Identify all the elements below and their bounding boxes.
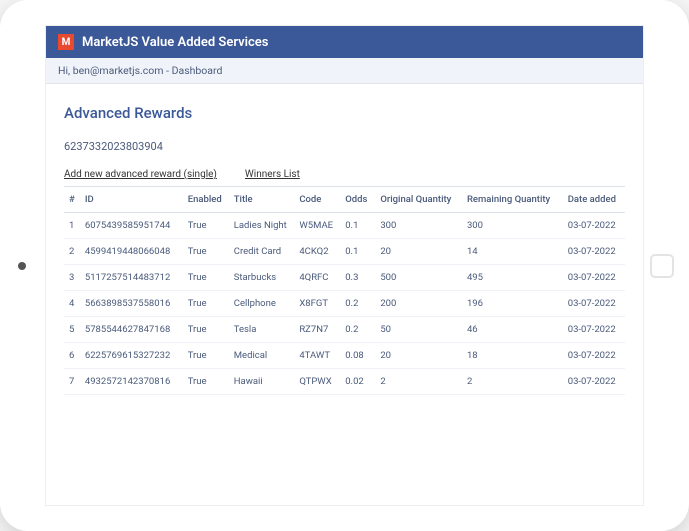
cell-title: Cellphone [229, 291, 295, 317]
table-row[interactable]: 66225769615327232TrueMedical4TAWT0.08201… [64, 343, 625, 369]
app-title: MarketJS Value Added Services [82, 35, 268, 50]
app-screen: M MarketJS Value Added Services Hi, ben@… [45, 25, 644, 506]
cell-id: 6075439585951744 [80, 213, 183, 239]
cell-id: 5785544627847168 [80, 317, 183, 343]
cell-enabled: True [183, 213, 229, 239]
table-row[interactable]: 55785544627847168TrueTeslaRZ7N70.2504603… [64, 317, 625, 343]
cell-orig_qty: 50 [375, 317, 462, 343]
col-header-code: Code [294, 187, 340, 213]
table-row[interactable]: 24599419448066048TrueCredit Card4CKQ20.1… [64, 239, 625, 265]
cell-orig_qty: 20 [375, 239, 462, 265]
table-row[interactable]: 16075439585951744TrueLadies NightW5MAE0.… [64, 213, 625, 239]
cell-id: 4599419448066048 [80, 239, 183, 265]
cell-rem_qty: 46 [462, 317, 563, 343]
col-header-id: ID [80, 187, 183, 213]
cell-rem_qty: 300 [462, 213, 563, 239]
cell-num: 6 [64, 343, 80, 369]
cell-date: 03-07-2022 [563, 265, 625, 291]
cell-date: 03-07-2022 [563, 291, 625, 317]
cell-id: 5663898537558016 [80, 291, 183, 317]
cell-code: X8FGT [294, 291, 340, 317]
cell-enabled: True [183, 369, 229, 395]
cell-id: 6225769615327232 [80, 343, 183, 369]
cell-code: 4QRFC [294, 265, 340, 291]
greeting-text: Hi, ben@marketjs.com - Dashboard [58, 64, 222, 77]
col-header-date: Date added [563, 187, 625, 213]
cell-rem_qty: 196 [462, 291, 563, 317]
cell-orig_qty: 2 [375, 369, 462, 395]
cell-date: 03-07-2022 [563, 239, 625, 265]
cell-title: Hawaii [229, 369, 295, 395]
cell-date: 03-07-2022 [563, 317, 625, 343]
cell-title: Tesla [229, 317, 295, 343]
logo-letter: M [62, 37, 71, 48]
cell-enabled: True [183, 317, 229, 343]
cell-odds: 0.1 [340, 213, 375, 239]
cell-odds: 0.08 [340, 343, 375, 369]
cell-rem_qty: 18 [462, 343, 563, 369]
cell-code: RZ7N7 [294, 317, 340, 343]
tablet-device-frame: M MarketJS Value Added Services Hi, ben@… [0, 0, 689, 531]
cell-num: 3 [64, 265, 80, 291]
page-title: Advanced Rewards [64, 104, 625, 122]
table-header-row: # ID Enabled Title Code Odds Original Qu… [64, 187, 625, 213]
cell-code: W5MAE [294, 213, 340, 239]
cell-code: QTPWX [294, 369, 340, 395]
action-links: Add new advanced reward (single) Winners… [64, 169, 625, 180]
cell-orig_qty: 300 [375, 213, 462, 239]
cell-enabled: True [183, 239, 229, 265]
cell-num: 4 [64, 291, 80, 317]
cell-date: 03-07-2022 [563, 213, 625, 239]
cell-enabled: True [183, 265, 229, 291]
cell-rem_qty: 2 [462, 369, 563, 395]
cell-id: 5117257514483712 [80, 265, 183, 291]
col-header-title: Title [229, 187, 295, 213]
cell-rem_qty: 14 [462, 239, 563, 265]
cell-enabled: True [183, 343, 229, 369]
sub-header: Hi, ben@marketjs.com - Dashboard [46, 58, 643, 84]
cell-orig_qty: 500 [375, 265, 462, 291]
cell-date: 03-07-2022 [563, 369, 625, 395]
cell-code: 4TAWT [294, 343, 340, 369]
cell-num: 5 [64, 317, 80, 343]
cell-enabled: True [183, 291, 229, 317]
cell-code: 4CKQ2 [294, 239, 340, 265]
rewards-table: # ID Enabled Title Code Odds Original Qu… [64, 186, 625, 395]
cell-date: 03-07-2022 [563, 343, 625, 369]
col-header-odds: Odds [340, 187, 375, 213]
tablet-home-button[interactable] [650, 254, 674, 278]
cell-odds: 0.02 [340, 369, 375, 395]
logo-icon: M [58, 34, 74, 50]
col-header-remqty: Remaining Quantity [462, 187, 563, 213]
table-row[interactable]: 45663898537558016TrueCellphoneX8FGT0.220… [64, 291, 625, 317]
cell-num: 1 [64, 213, 80, 239]
col-header-num: # [64, 187, 80, 213]
cell-rem_qty: 495 [462, 265, 563, 291]
col-header-enabled: Enabled [183, 187, 229, 213]
cell-odds: 0.2 [340, 317, 375, 343]
cell-odds: 0.3 [340, 265, 375, 291]
cell-odds: 0.1 [340, 239, 375, 265]
cell-orig_qty: 20 [375, 343, 462, 369]
app-header: M MarketJS Value Added Services [46, 26, 643, 58]
winners-list-link[interactable]: Winners List [245, 169, 300, 180]
add-reward-link[interactable]: Add new advanced reward (single) [64, 169, 217, 180]
cell-orig_qty: 200 [375, 291, 462, 317]
table-row[interactable]: 74932572142370816TrueHawaiiQTPWX0.022203… [64, 369, 625, 395]
record-id: 6237332023803904 [64, 140, 625, 153]
cell-odds: 0.2 [340, 291, 375, 317]
cell-title: Ladies Night [229, 213, 295, 239]
main-content: Advanced Rewards 6237332023803904 Add ne… [46, 84, 643, 405]
cell-title: Medical [229, 343, 295, 369]
cell-id: 4932572142370816 [80, 369, 183, 395]
table-row[interactable]: 35117257514483712TrueStarbucks4QRFC0.350… [64, 265, 625, 291]
tablet-camera [18, 262, 26, 270]
col-header-origqty: Original Quantity [375, 187, 462, 213]
cell-num: 2 [64, 239, 80, 265]
cell-title: Credit Card [229, 239, 295, 265]
cell-num: 7 [64, 369, 80, 395]
cell-title: Starbucks [229, 265, 295, 291]
